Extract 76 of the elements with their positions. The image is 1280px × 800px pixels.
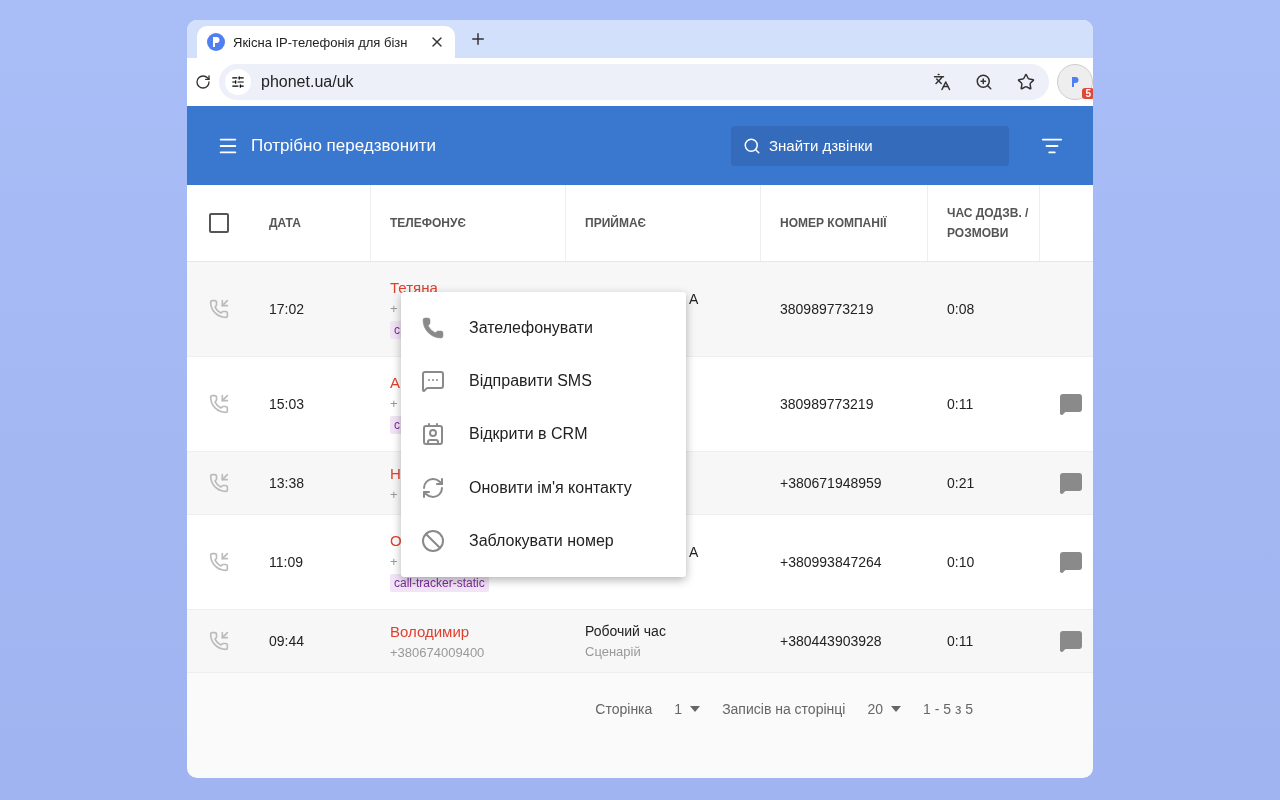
receiver-name: Робочий час	[585, 623, 667, 639]
contact-card-icon	[421, 422, 445, 447]
call-time: 09:44	[269, 633, 306, 649]
menu-item[interactable]: Відправити SMS	[401, 354, 686, 408]
per-page-label: Записів на сторінці	[722, 701, 846, 717]
phone-icon	[421, 315, 445, 340]
call-time: 11:09	[269, 554, 304, 570]
column-header: ТЕЛЕФОНУЄ	[390, 215, 466, 232]
search-icon	[743, 136, 761, 155]
extension-button[interactable]: 5	[1057, 64, 1093, 100]
menu-item[interactable]: Заблокувати номер	[401, 514, 686, 568]
caller-name[interactable]: О	[390, 532, 402, 549]
caller-name[interactable]: Н	[390, 464, 401, 482]
receiver-name: A	[688, 291, 700, 307]
incoming-call-icon	[208, 552, 229, 572]
page-label: Сторінка	[595, 701, 653, 717]
company-number: +380443903928	[780, 633, 883, 649]
caller-name[interactable]: Володимир	[390, 622, 470, 640]
block-icon	[421, 529, 445, 554]
menu-item[interactable]: Відкрити в CRM	[401, 407, 686, 462]
translate-icon[interactable]	[933, 73, 951, 91]
search-input[interactable]: Знайти дзвінки	[767, 136, 997, 155]
column-header: ЧАС ДОДЗВ. / РОЗМОВИ	[947, 205, 1030, 242]
call-duration: 0:11	[947, 633, 975, 649]
comment-icon[interactable]	[1059, 550, 1083, 574]
extension-logo-icon	[1070, 76, 1080, 88]
menu-item[interactable]: Оновити ім'я контакту	[401, 461, 686, 515]
call-time: 15:03	[269, 396, 306, 412]
company-number: +380671948959	[780, 475, 883, 491]
search-field[interactable]: Знайти дзвінки	[731, 125, 1009, 166]
call-time: 17:02	[269, 301, 306, 317]
per-page-select[interactable]: 20	[863, 701, 905, 717]
refresh-icon	[421, 475, 445, 500]
comment-icon[interactable]	[1059, 392, 1083, 416]
extension-badge: 5	[1082, 88, 1093, 99]
caller-phone: +380674009400	[390, 644, 485, 660]
page-range: 1 - 5 з 5	[923, 701, 973, 717]
column-header: ПРИЙМАЄ	[585, 214, 647, 232]
call-duration: 0:10	[947, 554, 976, 570]
caller-name[interactable]: А	[390, 374, 400, 391]
receiver-name: A	[688, 544, 700, 560]
receiver-type: Сценарій	[585, 644, 641, 659]
reload-icon[interactable]	[195, 74, 211, 90]
site-settings-icon[interactable]	[225, 69, 251, 95]
call-duration: 0:21	[947, 475, 976, 491]
caret-icon	[891, 706, 901, 712]
browser-tab[interactable]: Якісна IP-телефонія для бізн	[197, 26, 455, 58]
caller-phone: +	[390, 554, 398, 569]
page-title: Потрібно передзвонити	[251, 135, 437, 156]
comment-icon[interactable]	[1059, 629, 1083, 653]
comment-icon[interactable]	[1059, 471, 1083, 495]
column-header: ДАТА	[269, 215, 301, 232]
page-select[interactable]: 1	[670, 701, 705, 717]
company-number: 380989773219	[780, 396, 875, 412]
caller-phone: +	[390, 301, 398, 316]
tab-title: Якісна IP-телефонія для бізн	[233, 34, 409, 50]
incoming-call-icon	[208, 631, 229, 651]
select-all-checkbox[interactable]	[208, 213, 229, 233]
caller-phone: +	[390, 396, 398, 411]
site-logo-icon	[207, 33, 225, 51]
zoom-icon[interactable]	[975, 73, 993, 91]
incoming-call-icon	[208, 473, 229, 493]
column-header: НОМЕР КОМПАНІЇ	[780, 215, 887, 232]
company-number: +380993847264	[780, 554, 883, 570]
call-time: 13:38	[269, 475, 306, 491]
call-duration: 0:08	[947, 301, 976, 317]
menu-item[interactable]: Зателефонувати	[401, 301, 686, 355]
call-duration: 0:11	[947, 396, 975, 412]
incoming-call-icon	[208, 394, 229, 414]
company-number: 380989773219	[780, 301, 875, 317]
caret-icon	[690, 706, 701, 712]
message-icon	[421, 369, 445, 394]
caller-phone: +	[390, 486, 398, 502]
star-icon[interactable]	[1017, 73, 1035, 91]
incoming-call-icon	[208, 299, 229, 319]
new-tab-icon[interactable]	[469, 30, 487, 48]
